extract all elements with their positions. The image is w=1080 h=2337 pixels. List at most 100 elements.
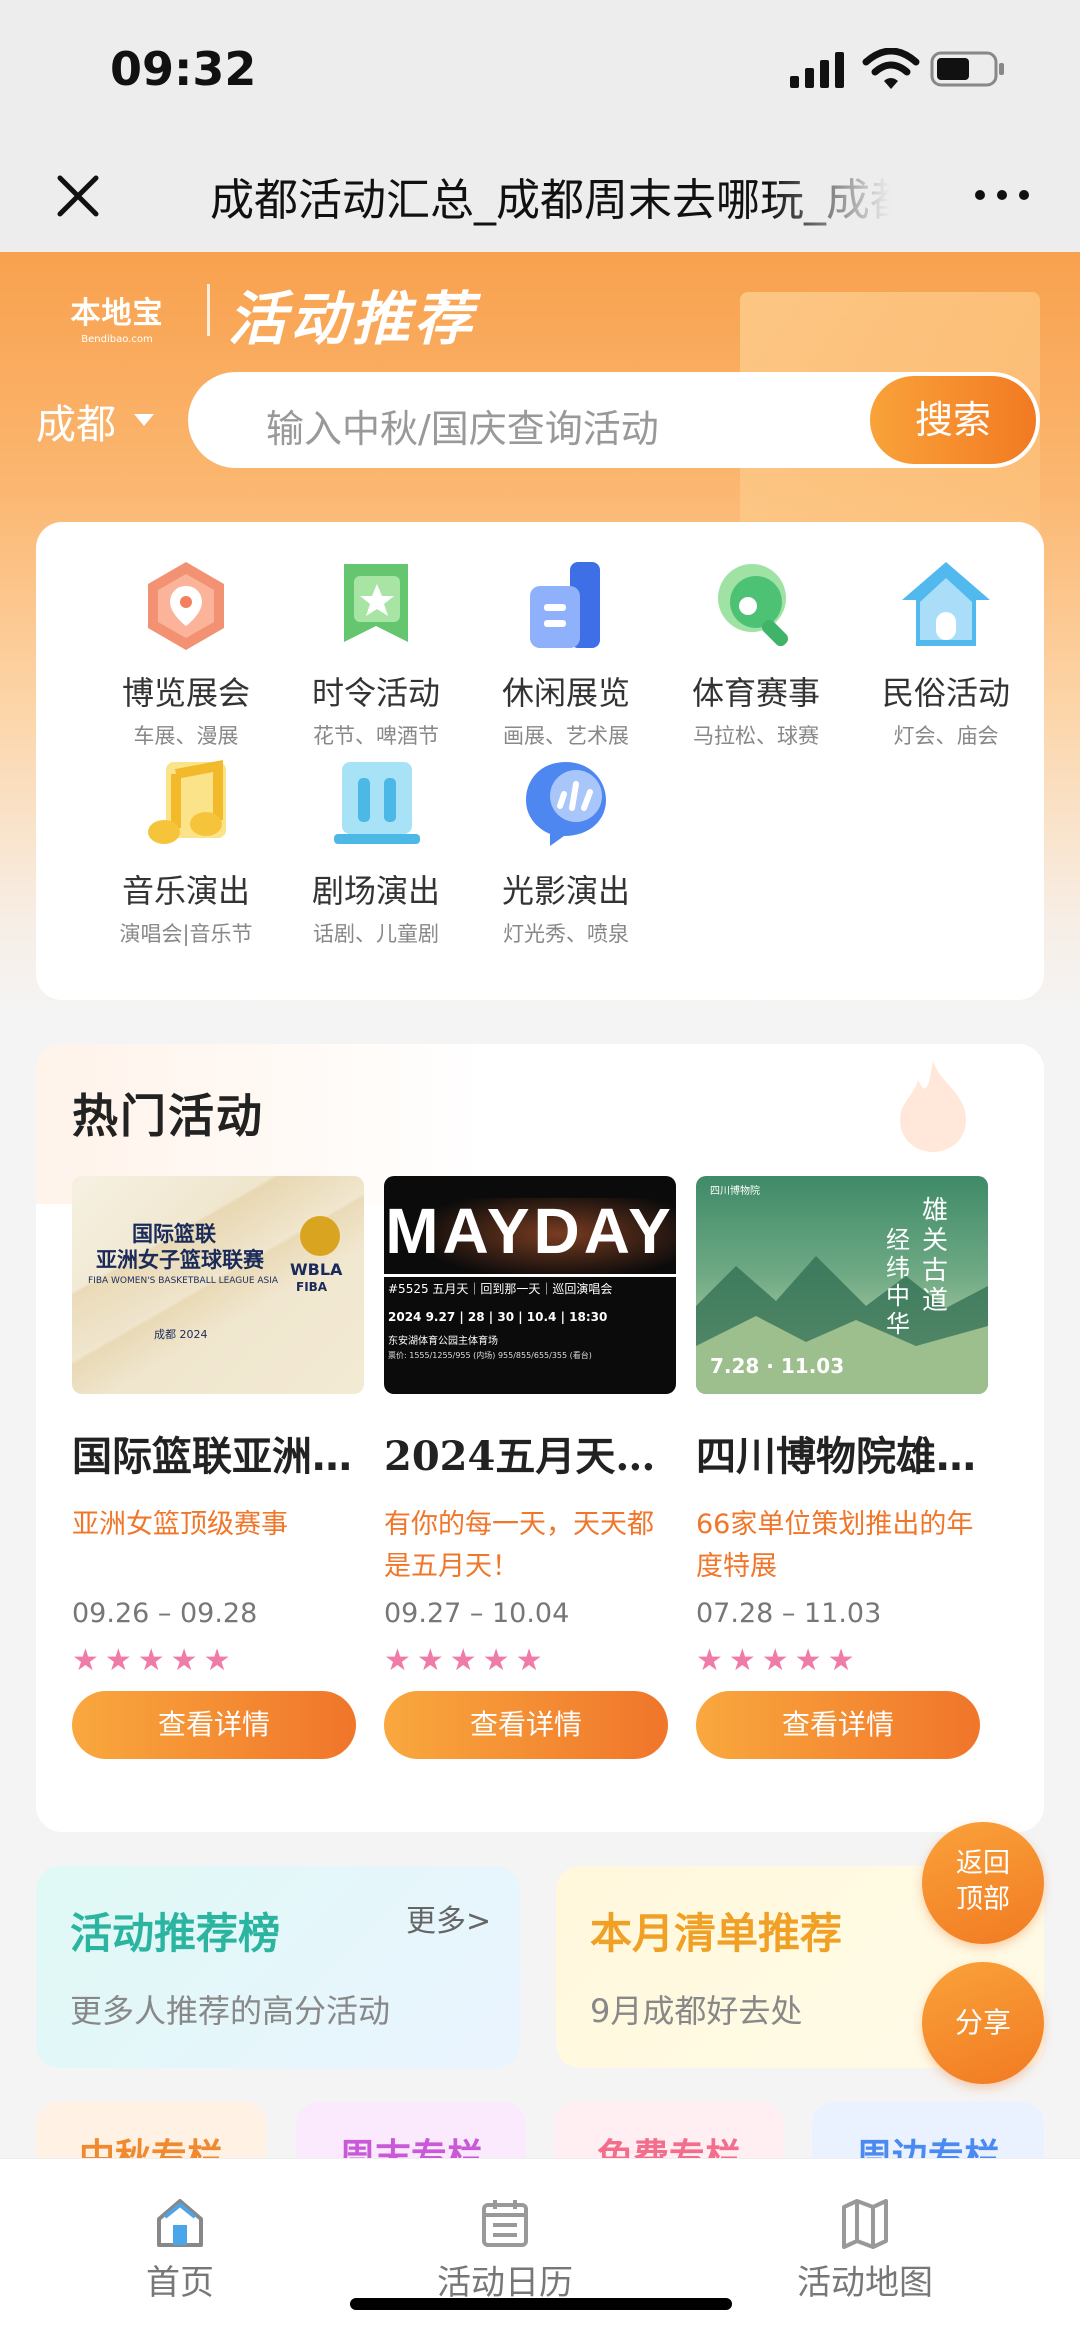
- poster-text: 2024 9.27 | 28 | 30 | 10.4 | 18:30: [388, 1310, 608, 1324]
- home-icon: [157, 2199, 203, 2247]
- tab-label: 活动日历: [437, 2263, 573, 2303]
- calendar-icon: [482, 2200, 528, 2247]
- category-sub: 车展、漫展: [133, 724, 239, 748]
- card-title: 本月清单推荐: [590, 1909, 843, 1958]
- search-button[interactable]: 搜索: [870, 376, 1036, 464]
- more-options-icon[interactable]: [972, 180, 1032, 210]
- poster-text: 东安湖体育公园主体育场: [388, 1336, 498, 1347]
- activity-date: 09.26 – 09.28: [72, 1598, 258, 1629]
- poster-text: 亚洲女子篮球联赛: [96, 1248, 264, 1272]
- category-label: 光影演出: [501, 872, 630, 910]
- activity-card[interactable]: 雄关古道 经纬中华 7.28 · 11.03 四川博物院 四川博物院雄关古道 6…: [696, 1176, 988, 1759]
- poster-text: 经纬中华: [886, 1226, 910, 1338]
- wifi-icon: [862, 48, 920, 89]
- category-label: 休闲展览: [501, 674, 630, 712]
- logo-text: 本地宝: [70, 296, 164, 331]
- category-sub: 灯会、庙会: [893, 724, 999, 748]
- activity-desc: 66家单位策划推出的年度特展: [696, 1509, 974, 1582]
- category-expo[interactable]: 博览展会 车展、漫展: [91, 556, 281, 750]
- activity-poster[interactable]: 雄关古道 经纬中华 7.28 · 11.03 四川博物院: [696, 1176, 988, 1394]
- activity-card[interactable]: 国际篮联 亚洲女子篮球联赛 FIBA WOMEN'S BASKETBALL LE…: [72, 1176, 364, 1759]
- basketball-icon: [300, 1216, 340, 1256]
- status-bar: 09:32: [0, 0, 1080, 140]
- category-folk[interactable]: 民俗活动 灯会、庙会: [851, 556, 1041, 750]
- poster-text: MAYDAY: [385, 1195, 675, 1267]
- share-button[interactable]: 分享: [922, 1962, 1044, 2084]
- category-lightshow[interactable]: 光影演出 灯光秀、喷泉: [471, 754, 661, 948]
- hot-activities-section: 热门活动 国际篮联 亚洲女子篮球联赛 FIBA WOMEN'S BASKETBA…: [36, 1044, 1044, 1832]
- tab-calendar[interactable]: 活动日历: [420, 2197, 590, 2304]
- status-time: 09:32: [110, 42, 257, 96]
- back-to-top-label: 返回顶部: [956, 1848, 1010, 1915]
- view-details-button[interactable]: 查看详情: [696, 1691, 980, 1759]
- tab-home[interactable]: 首页: [130, 2197, 230, 2304]
- recommend-ranking-card[interactable]: 活动推荐榜 更多> 更多人推荐的高分活动: [36, 1866, 520, 2068]
- logo-subtext: Bendibao.com: [81, 334, 153, 345]
- activity-date: 09.27 – 10.04: [384, 1598, 570, 1629]
- map-icon: [842, 2199, 888, 2249]
- category-label: 时令活动: [311, 674, 440, 712]
- activity-desc: 有你的每一天，天天都是五月天！: [384, 1509, 654, 1582]
- bottom-tab-bar: 首页 活动日历 活动地图: [0, 2158, 1080, 2337]
- poster-text: 四川博物院: [710, 1186, 760, 1197]
- activity-poster[interactable]: MAYDAY #5525 五月天｜回到那一天｜巡回演唱会 2024 9.27 |…: [384, 1176, 676, 1394]
- category-seasonal[interactable]: 时令活动 花节、啤酒节: [281, 556, 471, 750]
- category-sub: 花节、啤酒节: [313, 724, 439, 748]
- activity-name: 四川博物院雄关古道: [696, 1434, 978, 1480]
- activity-date: 07.28 – 11.03: [696, 1598, 882, 1629]
- view-details-button[interactable]: 查看详情: [384, 1691, 668, 1759]
- poster-rule: [384, 1274, 676, 1277]
- section-title: 热门活动: [72, 1089, 264, 1143]
- poster-text: 票价: 1555/1255/955 (内场) 955/855/655/355 (…: [388, 1351, 592, 1360]
- ping-pong-icon: [718, 564, 789, 647]
- poster-text: FIBA: [296, 1280, 328, 1294]
- page-title: 成都活动汇总_成都周末去哪玩_成都: [210, 175, 890, 226]
- star-bookmark-icon: [344, 564, 408, 642]
- poster-text: 7.28 · 11.03: [710, 1354, 845, 1378]
- back-to-top-button[interactable]: 返回顶部: [922, 1822, 1044, 1944]
- more-link[interactable]: 更多>: [406, 1896, 491, 1940]
- category-sub: 画展、艺术展: [503, 724, 629, 748]
- map-pin-hexagon-icon: [148, 562, 224, 650]
- music-note-icon: [148, 759, 226, 844]
- category-sub: 马拉松、球赛: [693, 724, 819, 748]
- light-burst-icon: [526, 762, 606, 846]
- category-music[interactable]: 音乐演出 演唱会|音乐节: [91, 754, 281, 948]
- activity-card[interactable]: MAYDAY #5525 五月天｜回到那一天｜巡回演唱会 2024 9.27 |…: [384, 1176, 676, 1759]
- category-sub: 灯光秀、喷泉: [503, 922, 629, 946]
- view-details-button[interactable]: 查看详情: [72, 1691, 356, 1759]
- category-label: 博览展会: [121, 674, 250, 712]
- category-sports[interactable]: 体育赛事 马拉松、球赛: [661, 556, 851, 750]
- category-sub: 演唱会|音乐节: [119, 922, 253, 946]
- browser-navbar: 成都活动汇总_成都周末去哪玩_成都: [0, 140, 1080, 252]
- bendibao-logo: 本地宝 Bendibao.com: [52, 288, 182, 348]
- activity-name: 国际篮联亚洲女子篮球联赛: [72, 1434, 354, 1480]
- rating-stars: ★★★★★: [696, 1643, 861, 1678]
- card-subtitle: 更多人推荐的高分活动: [70, 1992, 391, 2030]
- poster-text: #5525 五月天｜回到那一天｜巡回演唱会: [388, 1282, 613, 1296]
- rating-stars: ★★★★★: [384, 1643, 549, 1678]
- battery-icon: [930, 51, 1004, 87]
- category-sub: 话剧、儿童剧: [313, 922, 439, 946]
- home-indicator: [350, 2298, 732, 2310]
- rating-stars: ★★★★★: [72, 1643, 237, 1678]
- theater-icon: [334, 762, 420, 844]
- blocks-icon: [530, 562, 600, 648]
- category-leisure-exhibit[interactable]: 休闲展览 画展、艺术展: [471, 556, 661, 750]
- tab-label: 首页: [146, 2263, 214, 2303]
- tab-map[interactable]: 活动地图: [780, 2197, 950, 2304]
- activity-name: 2024五月天 [回到那一天]: [384, 1433, 666, 1480]
- poster-text: 雄关古道: [922, 1196, 949, 1316]
- category-theater[interactable]: 剧场演出 话剧、儿童剧: [281, 754, 471, 948]
- house-icon: [902, 562, 990, 646]
- activity-poster[interactable]: 国际篮联 亚洲女子篮球联赛 FIBA WOMEN'S BASKETBALL LE…: [72, 1176, 364, 1394]
- search-input[interactable]: 输入中秋/国庆查询活动: [266, 398, 659, 453]
- close-icon[interactable]: [48, 166, 108, 226]
- poster-text: WBLA: [290, 1260, 343, 1279]
- poster-text: 成都 2024: [154, 1328, 208, 1341]
- signal-icon: [790, 52, 844, 88]
- city-selector[interactable]: 成都: [36, 392, 116, 450]
- search-bar[interactable]: 输入中秋/国庆查询活动 搜索: [188, 372, 1040, 468]
- chevron-down-icon[interactable]: [132, 412, 156, 428]
- category-label: 剧场演出: [311, 872, 440, 910]
